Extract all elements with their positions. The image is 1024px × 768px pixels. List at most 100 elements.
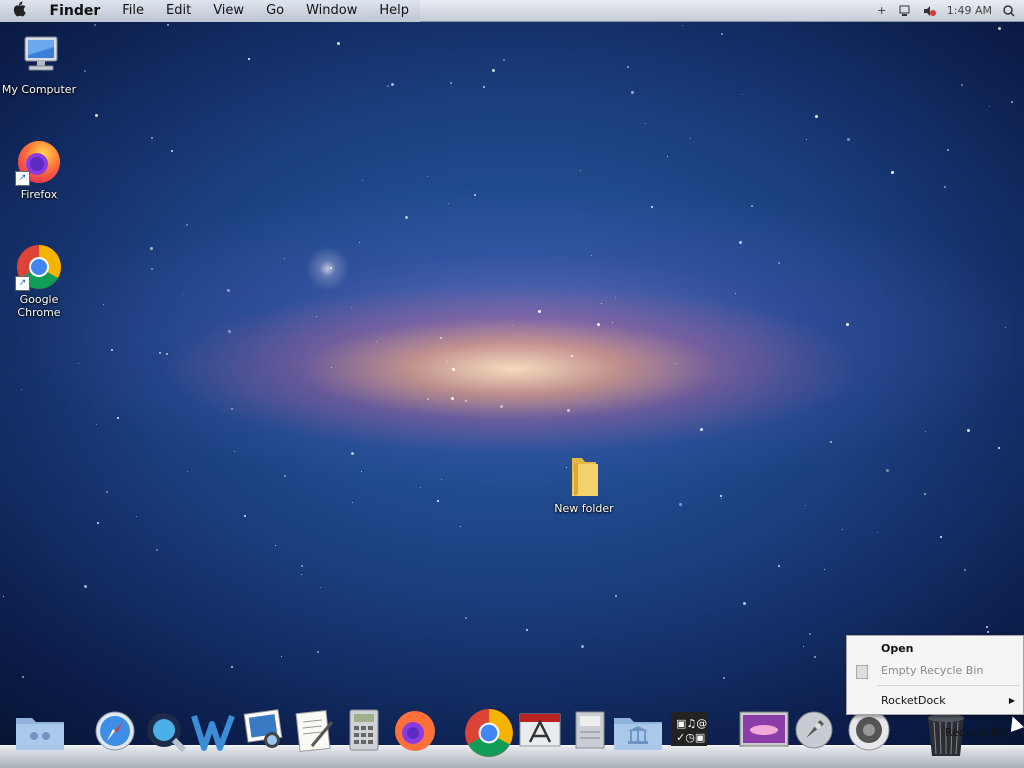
star: [228, 330, 231, 333]
desktop-icon-label: My Computer: [1, 83, 77, 96]
iphoto-icon[interactable]: [242, 708, 288, 754]
app-store-icon[interactable]: [516, 708, 562, 754]
launchpad-icon[interactable]: [792, 708, 838, 754]
star: [615, 595, 617, 597]
star: [803, 646, 804, 647]
star: [778, 565, 780, 567]
star: [805, 505, 806, 506]
users-folder-icon[interactable]: [14, 708, 64, 754]
star: [846, 323, 849, 326]
star: [526, 629, 528, 631]
context-menu-open[interactable]: Open: [847, 639, 1023, 659]
star: [95, 114, 98, 117]
context-menu-item-label: Empty Recycle Bin: [881, 664, 984, 677]
star: [815, 115, 818, 118]
context-menu-item-label: RocketDock: [881, 694, 946, 707]
tray-add-icon[interactable]: +: [875, 4, 889, 17]
star: [891, 171, 894, 174]
star: [391, 83, 394, 86]
star: [111, 349, 113, 351]
star: [427, 176, 428, 177]
star: [987, 631, 989, 633]
star: [612, 322, 613, 323]
star: [301, 565, 303, 567]
menu-file[interactable]: File: [111, 0, 155, 22]
volume-muted-icon[interactable]: [923, 4, 937, 17]
star: [337, 42, 340, 45]
desktop-icon-new-folder[interactable]: New folder: [546, 454, 622, 515]
star: [460, 526, 461, 527]
context-menu-empty-recycle-bin[interactable]: Empty Recycle Bin: [847, 661, 1023, 681]
star: [721, 498, 722, 499]
star: [964, 569, 966, 571]
star: [814, 656, 816, 658]
star: [474, 194, 476, 196]
star: [500, 405, 503, 408]
star: [171, 150, 173, 152]
star: [106, 491, 108, 493]
apple-menu-icon[interactable]: [0, 1, 39, 21]
star: [925, 431, 926, 432]
star: [751, 205, 753, 207]
desktop-icon-firefox[interactable]: ↗ Firefox: [1, 138, 77, 201]
star: [441, 479, 442, 480]
star: [675, 363, 676, 364]
star: [227, 289, 230, 292]
star: [78, 363, 79, 364]
star: [22, 676, 24, 678]
star: [96, 424, 97, 425]
applications-folder-icon[interactable]: [612, 708, 662, 754]
star: [830, 441, 832, 443]
star: [824, 569, 825, 570]
star: [1011, 101, 1013, 103]
menu-view[interactable]: View: [202, 0, 255, 22]
star: [465, 400, 467, 402]
star: [682, 25, 683, 26]
menu-finder[interactable]: Finder: [39, 0, 112, 22]
star: [452, 368, 455, 371]
context-menu-rocketdock[interactable]: RocketDock ▶: [847, 691, 1023, 711]
star: [320, 587, 321, 588]
firefox-icon: ↗: [15, 138, 63, 186]
textedit-icon[interactable]: [292, 708, 338, 754]
desktop-icon-label: New folder: [554, 502, 614, 515]
context-menu-separator: [877, 685, 1019, 686]
star: [580, 170, 581, 171]
desktop-icon-my-computer[interactable]: My Computer: [1, 33, 77, 96]
calculator-icon[interactable]: [344, 708, 390, 754]
star: [151, 137, 153, 139]
star: [182, 294, 183, 295]
menu-window[interactable]: Window: [295, 0, 368, 22]
word-icon[interactable]: [190, 708, 236, 754]
star: [159, 352, 161, 354]
star: [842, 529, 843, 530]
firefox-dock-icon[interactable]: [392, 708, 438, 754]
menu-bar-left: Finder File Edit View Go Window Help: [0, 0, 420, 22]
safari-icon[interactable]: [92, 708, 138, 754]
star: [150, 247, 153, 250]
star: [503, 59, 505, 61]
star: [186, 224, 188, 226]
star: [989, 106, 990, 107]
wallpaper-icon[interactable]: [738, 708, 789, 754]
star: [284, 258, 285, 259]
network-icon[interactable]: [899, 4, 913, 17]
menu-go[interactable]: Go: [255, 0, 295, 22]
spotlight-search-icon[interactable]: [1002, 4, 1016, 17]
star: [615, 297, 616, 298]
media-icon[interactable]: ▣♫@ ✓◷▣: [668, 708, 714, 754]
star: [739, 241, 742, 244]
menu-help[interactable]: Help: [368, 0, 420, 22]
dock: ▣♫@ ✓◷▣ Recycle Bin: [0, 708, 1024, 768]
disk-utility-icon[interactable]: [570, 708, 616, 754]
star: [166, 353, 168, 355]
quicktime-icon[interactable]: [142, 708, 188, 754]
menu-edit[interactable]: Edit: [155, 0, 202, 22]
desktop-icon-chrome[interactable]: ↗ Google Chrome: [1, 243, 77, 319]
star: [591, 255, 592, 256]
star: [84, 70, 86, 72]
clock[interactable]: 1:49 AM: [947, 4, 992, 17]
chrome-dock-icon[interactable]: [464, 708, 513, 757]
chrome-icon: ↗: [15, 243, 63, 291]
star: [679, 503, 682, 506]
